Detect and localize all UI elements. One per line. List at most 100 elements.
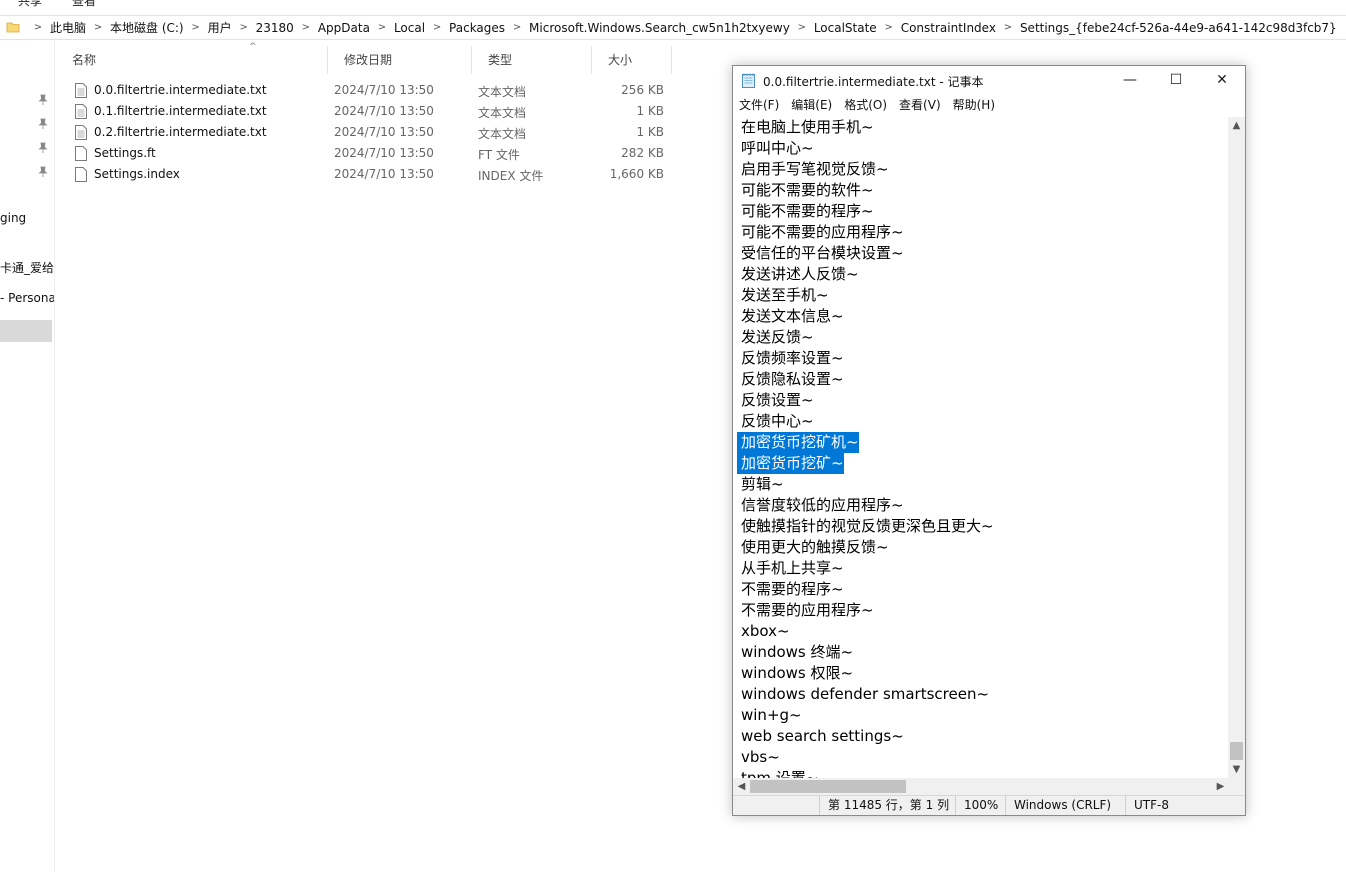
file-type: FT 文件 (478, 148, 520, 162)
file-size: 1 KB (636, 125, 664, 139)
chevron-right-icon[interactable]: > (996, 22, 1020, 33)
chevron-right-icon[interactable]: > (26, 22, 50, 33)
breadcrumb-item[interactable]: Settings_{febe24cf-526a-44e9-a641-142c98… (1020, 21, 1337, 35)
column-header-size[interactable]: 大小 (592, 46, 672, 74)
pin-icon[interactable] (38, 94, 48, 106)
breadcrumb-item[interactable]: Packages (449, 21, 505, 35)
chevron-right-icon[interactable]: > (86, 22, 110, 33)
ribbon-tab-share[interactable]: 共享 (18, 0, 42, 9)
window-title: 0.0.filtertrie.intermediate.txt - 记事本 (763, 75, 984, 89)
status-bar: 第 11485 行，第 1 列 100% Windows (CRLF) UTF-… (733, 795, 1245, 815)
title-bar[interactable]: 0.0.filtertrie.intermediate.txt - 记事本 — … (733, 66, 1245, 95)
file-date: 2024/7/10 13:50 (334, 125, 434, 139)
file-row[interactable]: Settings.ft 2024/7/10 13:50 FT 文件 282 KB (56, 143, 672, 164)
breadcrumb-item[interactable]: LocalState (814, 21, 877, 35)
file-size: 1,660 KB (609, 167, 664, 181)
text-line: 呼叫中心~ (741, 139, 814, 157)
notepad-icon (742, 73, 755, 88)
vertical-scrollbar[interactable]: ▲ ▼ (1228, 117, 1245, 778)
column-header-date[interactable]: 修改日期 (328, 46, 472, 74)
text-line: 反馈中心~ (741, 412, 814, 430)
breadcrumb-item[interactable]: Local (394, 21, 425, 35)
breadcrumb: > 此电脑 > 本地磁盘 (C:) > 用户 > 23180 > AppData… (26, 16, 1337, 39)
menu-help[interactable]: 帮助(H) (947, 95, 1001, 115)
chevron-right-icon[interactable]: > (184, 22, 208, 33)
file-row[interactable]: Settings.index 2024/7/10 13:50 INDEX 文件 … (56, 164, 672, 185)
file-row[interactable]: 0.1.filtertrie.intermediate.txt 2024/7/1… (56, 101, 672, 122)
scrollbar-thumb[interactable] (1230, 742, 1243, 760)
text-line: windows 权限~ (741, 664, 854, 682)
chevron-right-icon[interactable]: > (232, 22, 256, 33)
text-file-icon (75, 125, 87, 140)
scrollbar-corner (1228, 778, 1245, 795)
column-header-type[interactable]: 类型 (472, 46, 592, 74)
breadcrumb-item[interactable]: 本地磁盘 (C:) (110, 19, 184, 36)
minimize-button[interactable]: — (1107, 66, 1153, 95)
scrollbar-thumb[interactable] (750, 780, 906, 793)
text-line-selected: 加密货币挖矿机~ (737, 432, 859, 453)
text-line-selected: 加密货币挖矿~ (737, 453, 844, 474)
notepad-window: 0.0.filtertrie.intermediate.txt - 记事本 — … (732, 65, 1246, 816)
text-line: 信誉度较低的应用程序~ (741, 496, 904, 514)
file-type: 文本文档 (478, 127, 527, 141)
navigation-pane: ging 卡通_爱给 - Persona (0, 40, 55, 872)
text-line: 反馈设置~ (741, 391, 814, 409)
address-bar[interactable]: > 此电脑 > 本地磁盘 (C:) > 用户 > 23180 > AppData… (0, 15, 1346, 40)
text-line: 发送反馈~ (741, 328, 814, 346)
maximize-button[interactable]: ☐ (1153, 66, 1199, 95)
close-button[interactable]: ✕ (1199, 66, 1245, 95)
chevron-right-icon[interactable]: > (877, 22, 901, 33)
menu-file[interactable]: 文件(F) (733, 95, 785, 115)
breadcrumb-item[interactable]: 此电脑 (50, 19, 86, 36)
breadcrumb-item[interactable]: Microsoft.Windows.Search_cw5n1h2txyewy (529, 21, 790, 35)
menu-format[interactable]: 格式(O) (838, 95, 893, 115)
breadcrumb-item[interactable]: AppData (318, 21, 370, 35)
scroll-down-icon[interactable]: ▼ (1228, 761, 1245, 778)
file-name: 0.1.filtertrie.intermediate.txt (94, 104, 267, 118)
text-line: 反馈频率设置~ (741, 349, 844, 367)
chevron-right-icon[interactable]: > (370, 22, 394, 33)
maximize-icon: ☐ (1169, 72, 1183, 88)
column-header-name[interactable]: 名称 (56, 46, 328, 74)
text-line: 可能不需要的应用程序~ (741, 223, 904, 241)
chevron-right-icon[interactable]: > (790, 22, 814, 33)
menu-edit[interactable]: 编辑(E) (785, 95, 838, 115)
scroll-left-icon[interactable]: ◀ (733, 778, 750, 795)
file-date: 2024/7/10 13:50 (334, 167, 434, 181)
chevron-right-icon[interactable]: > (425, 22, 449, 33)
breadcrumb-item[interactable]: 23180 (256, 21, 294, 35)
file-name: 0.2.filtertrie.intermediate.txt (94, 125, 267, 139)
scroll-up-icon[interactable]: ▲ (1228, 117, 1245, 134)
text-line: 反馈隐私设置~ (741, 370, 844, 388)
nav-item[interactable]: 卡通_爱给 (0, 259, 54, 276)
text-line: 剪辑~ (741, 475, 784, 493)
text-editor[interactable]: 在电脑上使用手机~ 呼叫中心~ 启用手写笔视觉反馈~ 可能不需要的软件~ 可能不需要的程… (733, 117, 1229, 778)
nav-item-selected[interactable] (0, 320, 52, 342)
file-row[interactable]: 0.0.filtertrie.intermediate.txt 2024/7/1… (56, 80, 672, 101)
menu-view[interactable]: 查看(V) (893, 95, 947, 115)
nav-item[interactable]: ging (0, 211, 26, 225)
breadcrumb-item[interactable]: ConstraintIndex (901, 21, 996, 35)
horizontal-scrollbar[interactable]: ◀ ▶ (733, 778, 1229, 795)
ribbon-tab-view[interactable]: 查看 (72, 0, 96, 9)
pin-icon[interactable] (38, 166, 48, 178)
nav-item[interactable]: - Persona (0, 291, 54, 305)
text-line: 使用更大的触摸反馈~ (741, 538, 889, 556)
pin-icon[interactable] (38, 118, 48, 130)
text-line: web search settings~ (741, 727, 904, 745)
file-date: 2024/7/10 13:50 (334, 146, 434, 160)
file-size: 1 KB (636, 104, 664, 118)
scroll-right-icon[interactable]: ▶ (1212, 778, 1229, 795)
text-line: 在电脑上使用手机~ (741, 118, 874, 136)
column-headers: ^ 名称 修改日期 类型 大小 (56, 42, 672, 74)
pin-icon[interactable] (38, 142, 48, 154)
file-type: 文本文档 (478, 106, 527, 120)
text-file-icon (75, 83, 87, 98)
chevron-right-icon[interactable]: > (505, 22, 529, 33)
text-line: 启用手写笔视觉反馈~ (741, 160, 889, 178)
file-row[interactable]: 0.2.filtertrie.intermediate.txt 2024/7/1… (56, 122, 672, 143)
text-line: 不需要的程序~ (741, 580, 844, 598)
ribbon-tabs: 共享 查看 (0, 0, 1346, 10)
breadcrumb-item[interactable]: 用户 (208, 19, 232, 36)
chevron-right-icon[interactable]: > (294, 22, 318, 33)
